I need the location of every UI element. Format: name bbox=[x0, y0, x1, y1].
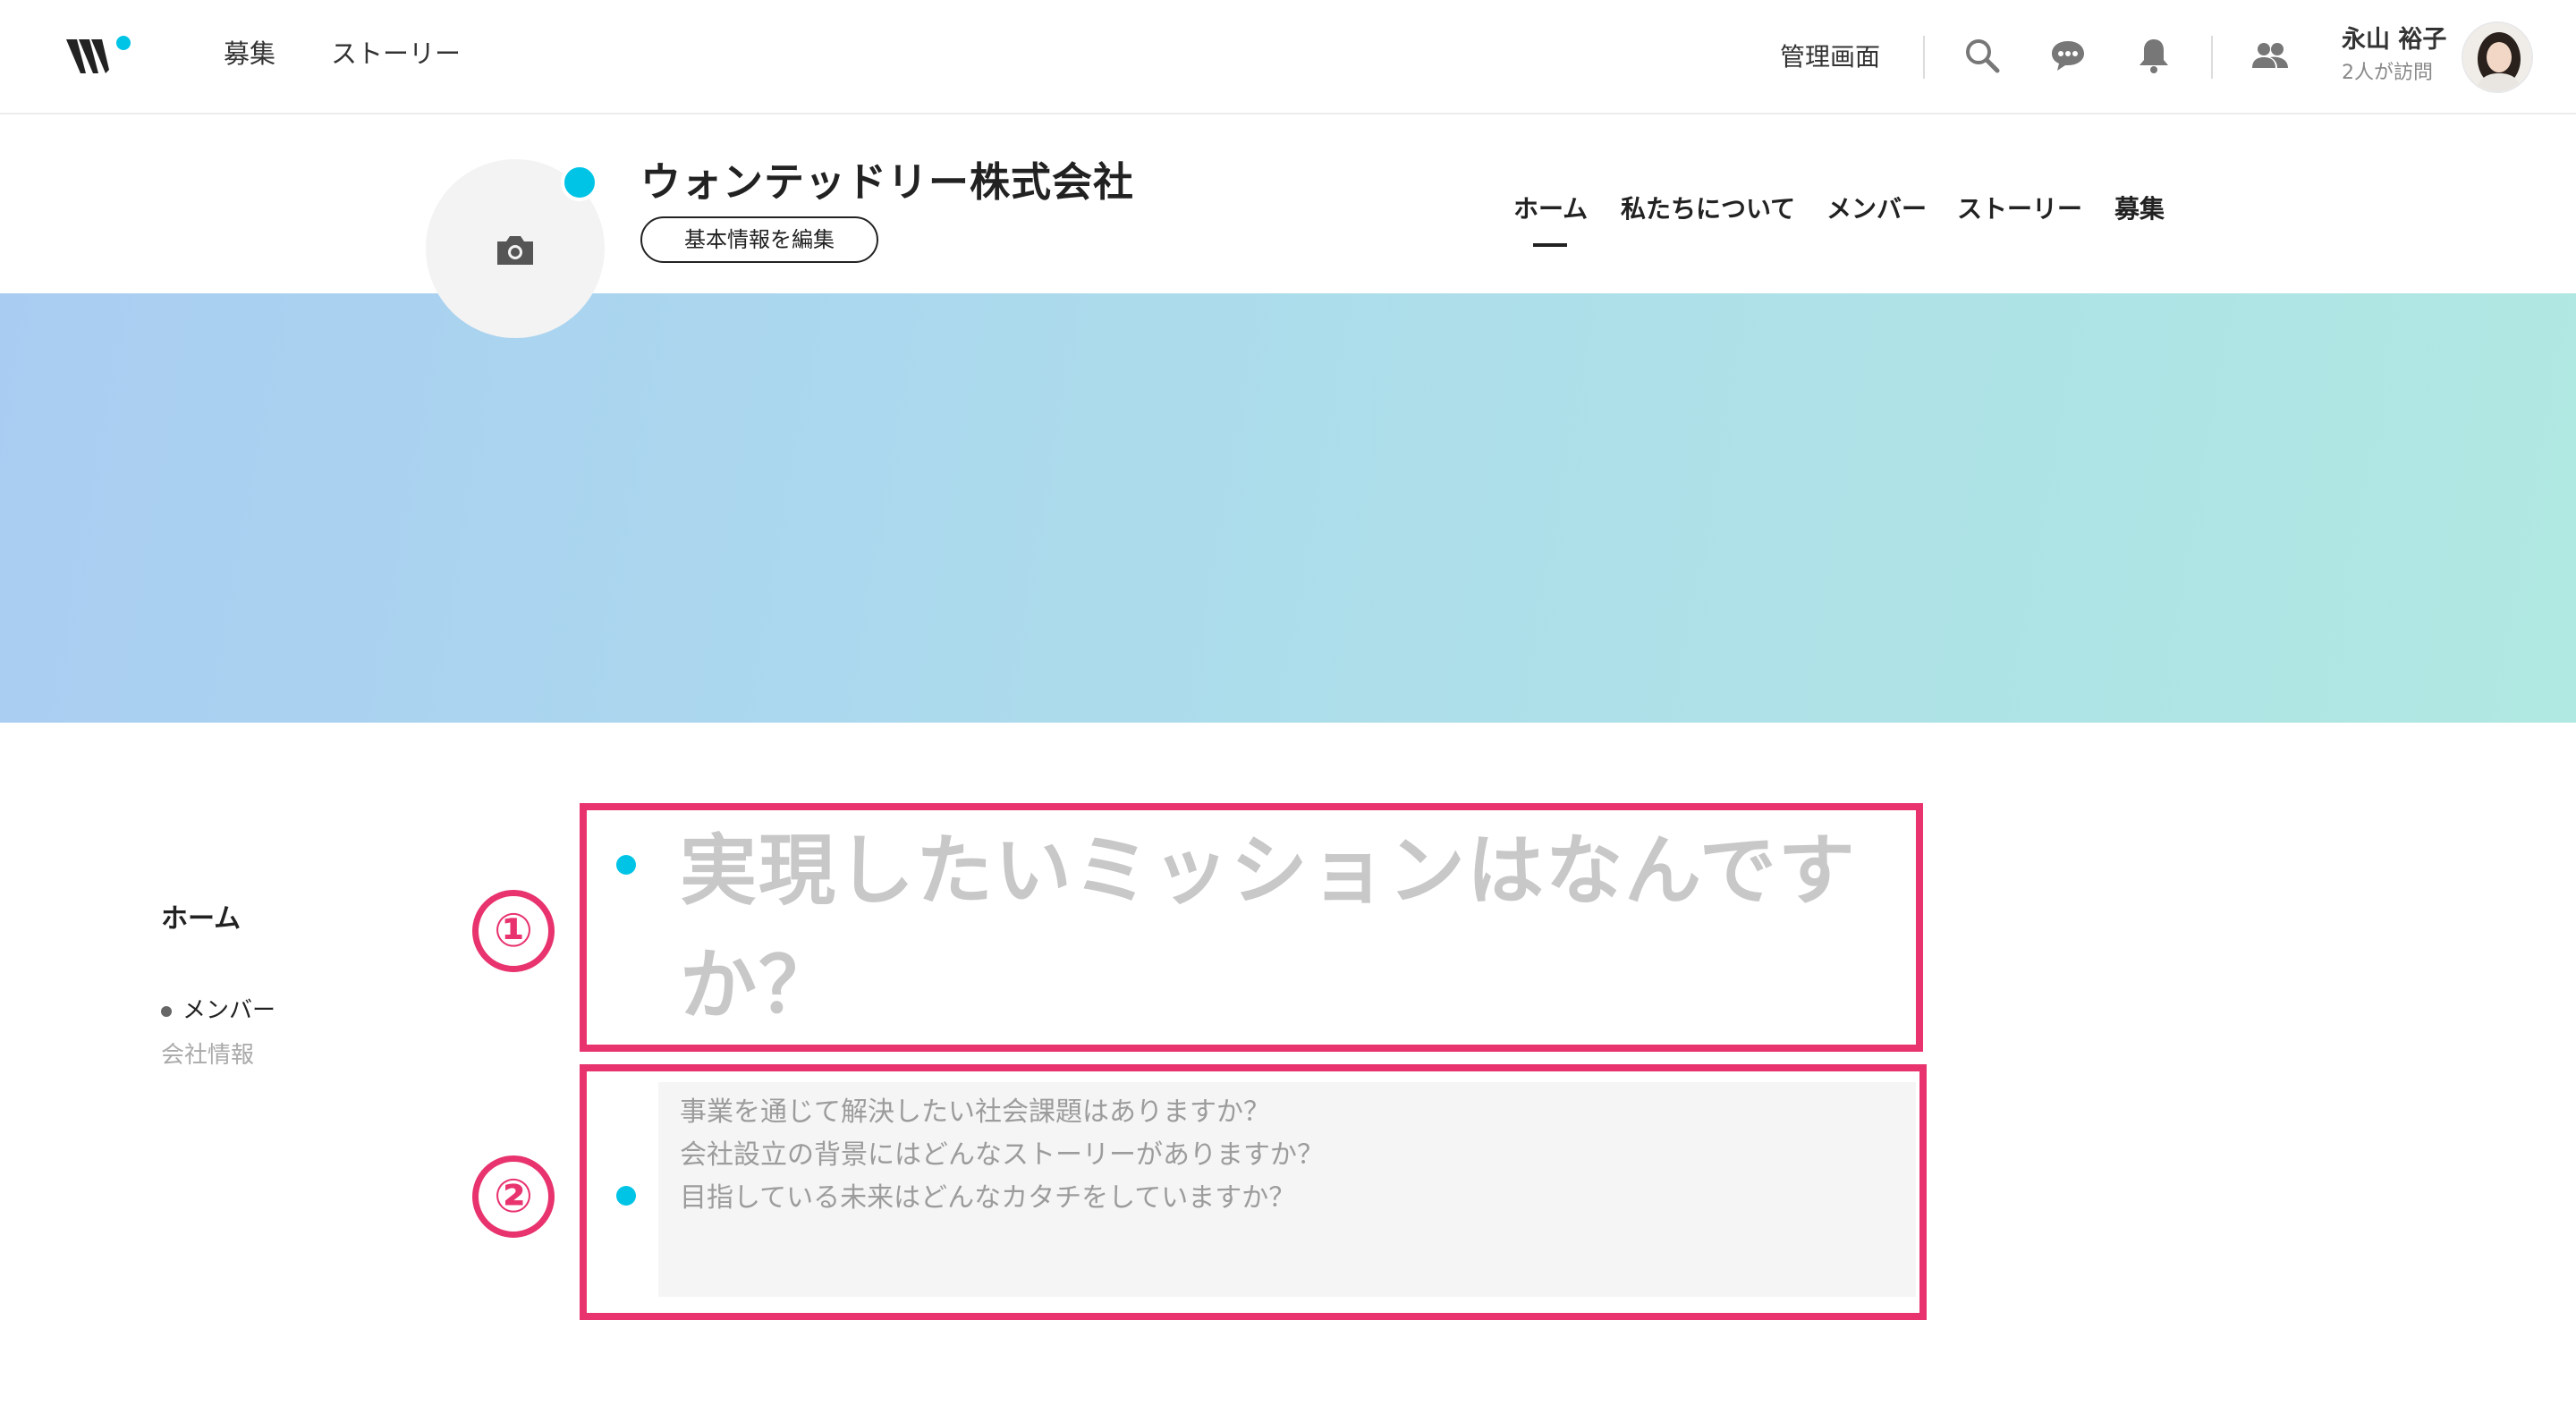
highlight-box-2 bbox=[580, 1064, 1927, 1320]
tab-home[interactable]: ホーム bbox=[1513, 191, 1588, 227]
edit-basic-info-button[interactable]: 基本情報を編集 bbox=[640, 216, 878, 263]
tab-members[interactable]: メンバー bbox=[1826, 191, 1927, 227]
top-navigation: 募集 ストーリー 管理画面 永山 裕子 2人が訪問 bbox=[0, 0, 2576, 114]
nav-link-story[interactable]: ストーリー bbox=[331, 36, 461, 72]
tab-stories[interactable]: ストーリー bbox=[1957, 191, 2082, 227]
sidebar-home[interactable]: ホーム bbox=[161, 901, 241, 937]
status-dot bbox=[561, 164, 598, 201]
sidebar-item-company-info[interactable]: 会社情報 bbox=[161, 1039, 254, 1071]
highlight-box-1 bbox=[580, 803, 1923, 1052]
user-name[interactable]: 永山 裕子 bbox=[2342, 25, 2446, 55]
search-icon[interactable] bbox=[1961, 34, 2004, 77]
nav-divider bbox=[1923, 36, 1925, 79]
wantedly-logo[interactable] bbox=[64, 34, 134, 82]
tab-recruit[interactable]: 募集 bbox=[2114, 191, 2165, 227]
nav-link-recruit[interactable]: 募集 bbox=[224, 36, 275, 72]
visitor-count[interactable]: 2人が訪問 bbox=[2342, 61, 2433, 86]
bell-icon[interactable] bbox=[2132, 34, 2175, 77]
annotation-marker-2: ② bbox=[472, 1155, 555, 1238]
sidebar-active-dot bbox=[161, 1006, 172, 1017]
annotation-marker-1: ① bbox=[472, 890, 555, 972]
company-name: ウォンテッドリー株式会社 bbox=[640, 158, 1135, 206]
user-avatar[interactable] bbox=[2462, 21, 2533, 93]
cover-image[interactable] bbox=[0, 293, 2576, 723]
camera-icon bbox=[497, 236, 533, 265]
sidebar-item-members[interactable]: メンバー bbox=[182, 995, 275, 1027]
active-tab-indicator bbox=[1533, 243, 1567, 247]
tab-about[interactable]: 私たちについて bbox=[1621, 191, 1795, 227]
people-icon[interactable] bbox=[2249, 34, 2292, 77]
nav-divider bbox=[2211, 36, 2213, 79]
chat-icon[interactable] bbox=[2046, 34, 2089, 77]
admin-link[interactable]: 管理画面 bbox=[1780, 39, 1880, 75]
